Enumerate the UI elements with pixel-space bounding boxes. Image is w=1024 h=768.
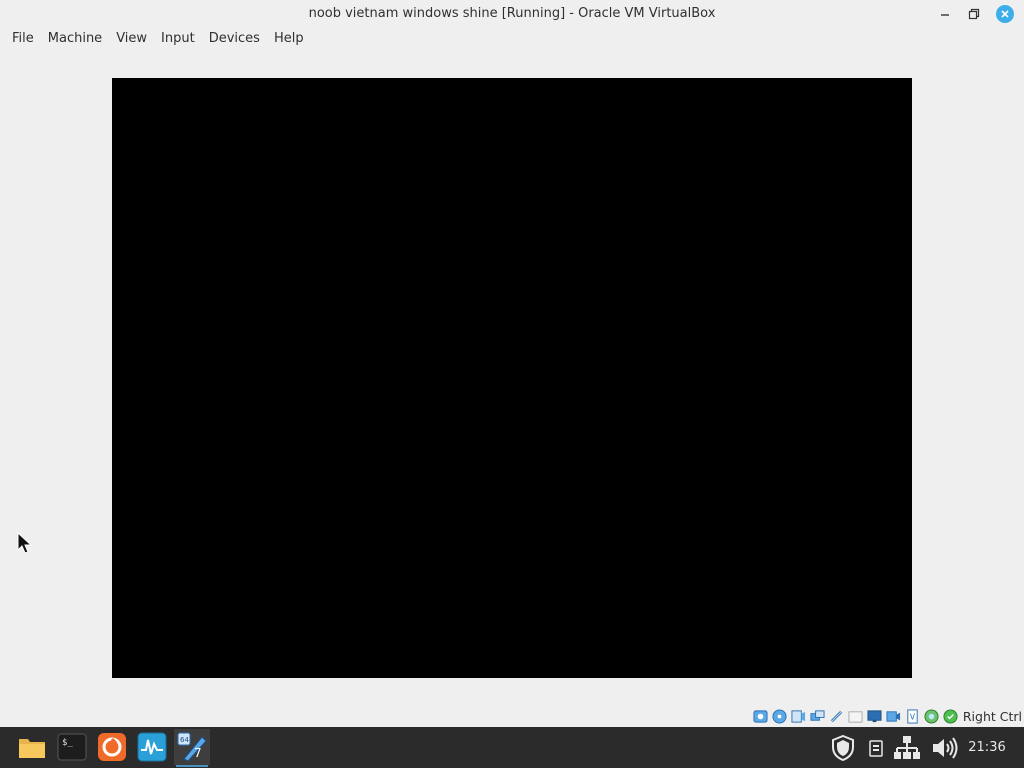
host-key-label[interactable]: Right Ctrl xyxy=(963,709,1022,724)
svg-text:64: 64 xyxy=(180,736,189,744)
taskbar-virtualbox-button[interactable]: 64 7 xyxy=(174,729,210,767)
network-icon[interactable] xyxy=(810,709,826,725)
active-indicator xyxy=(176,765,208,767)
tray-volume[interactable] xyxy=(930,727,960,768)
menu-file[interactable]: File xyxy=(5,28,41,50)
menu-machine[interactable]: Machine xyxy=(41,28,109,50)
hard-disk-icon[interactable] xyxy=(753,709,769,725)
shared-folders-icon[interactable] xyxy=(848,709,864,725)
volume-icon xyxy=(933,736,958,759)
system-monitor-icon xyxy=(137,732,167,762)
vm-status-bar: V Right Ctrl xyxy=(0,706,1024,727)
taskbar: $_ 64 7 21:36 xyxy=(0,727,1024,768)
maximize-button[interactable] xyxy=(963,4,985,24)
menu-view[interactable]: View xyxy=(109,28,154,50)
window-title: noob vietnam windows shine [Running] - O… xyxy=(308,6,716,21)
minimize-button[interactable] xyxy=(934,4,956,24)
tray-security[interactable] xyxy=(828,727,858,768)
keyboard-icon[interactable] xyxy=(943,709,959,725)
taskbar-files-button[interactable] xyxy=(14,729,50,765)
taskbar-clock[interactable]: 21:36 xyxy=(964,727,1010,768)
network-connection-icon xyxy=(894,735,920,759)
audio-icon[interactable] xyxy=(791,709,807,725)
title-bar[interactable]: noob vietnam windows shine [Running] - O… xyxy=(0,0,1024,28)
taskbar-terminal-button[interactable]: $_ xyxy=(54,729,90,765)
close-icon xyxy=(996,5,1014,23)
optical-drive-icon[interactable] xyxy=(772,709,788,725)
svg-text:7: 7 xyxy=(194,746,202,760)
svg-text:$_: $_ xyxy=(62,738,73,748)
virtualbox-window: noob vietnam windows shine [Running] - O… xyxy=(0,0,1024,727)
mouse-integration-icon[interactable] xyxy=(924,709,940,725)
display-icon[interactable] xyxy=(867,709,883,725)
cpu-icon[interactable]: V xyxy=(905,709,921,725)
mouse-pointer-icon xyxy=(16,531,33,558)
usb-icon[interactable] xyxy=(829,709,845,725)
tray-network[interactable] xyxy=(892,727,922,768)
minimize-icon xyxy=(941,14,949,16)
taskbar-system-monitor-button[interactable] xyxy=(134,729,170,765)
tray-clipboard[interactable] xyxy=(866,727,886,768)
files-icon xyxy=(19,739,45,758)
clipboard-icon xyxy=(869,739,883,757)
close-button[interactable] xyxy=(994,4,1016,24)
svg-text:V: V xyxy=(910,712,916,721)
firefox-icon xyxy=(98,733,126,761)
shield-icon xyxy=(832,734,854,761)
taskbar-firefox-button[interactable] xyxy=(94,729,130,765)
vm-display[interactable] xyxy=(112,78,912,678)
terminal-icon: $_ xyxy=(57,733,87,761)
restore-icon xyxy=(968,8,980,20)
recording-icon[interactable] xyxy=(886,709,902,725)
menu-help[interactable]: Help xyxy=(267,28,311,50)
menu-input[interactable]: Input xyxy=(154,28,202,50)
menu-devices[interactable]: Devices xyxy=(202,28,267,50)
menu-bar: File Machine View Input Devices Help xyxy=(0,28,1024,50)
virtualbox-icon: 64 7 xyxy=(177,732,207,762)
